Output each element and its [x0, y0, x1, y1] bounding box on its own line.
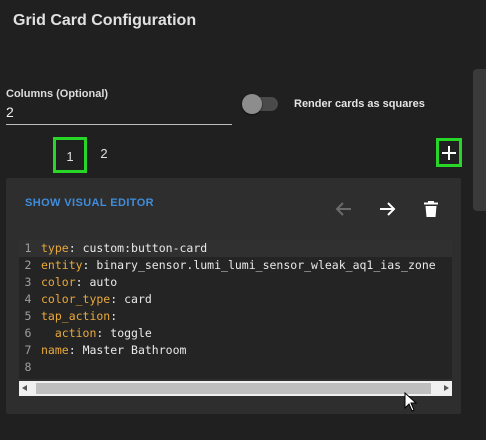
columns-input[interactable]: 2 — [6, 104, 14, 120]
yaml-value: toggle — [110, 326, 152, 340]
mouse-pointer-icon — [404, 392, 418, 412]
arrow-left-icon — [335, 202, 351, 216]
yaml-editor[interactable]: 1 type: custom:button-card 2 entity: bin… — [19, 240, 452, 379]
yaml-key: color — [41, 275, 76, 289]
yaml-value: custom:button-card — [82, 241, 208, 255]
yaml-key: type — [41, 241, 69, 255]
yaml-key: entity — [41, 258, 83, 272]
scroll-left-icon[interactable] — [22, 385, 27, 391]
columns-underline — [6, 124, 232, 125]
move-back-button[interactable] — [333, 198, 355, 220]
line-number: 8 — [24, 360, 32, 374]
trash-icon — [424, 201, 438, 217]
tab-card-2[interactable]: 2 — [87, 137, 121, 173]
code-line: 1 type: custom:button-card — [19, 240, 452, 257]
square-toggle-thumb[interactable] — [242, 94, 262, 114]
yaml-value: auto — [89, 275, 118, 289]
yaml-key: action — [54, 326, 97, 340]
line-number: 1 — [24, 241, 32, 255]
code-line: 7 name: Master Bathroom — [19, 342, 452, 359]
code-line: 2 entity: binary_sensor.lumi_lumi_sensor… — [19, 257, 452, 274]
line-number: 5 — [24, 309, 32, 323]
code-line: 4 color_type: card — [19, 291, 452, 308]
code-line: 5 tap_action: — [19, 308, 452, 325]
line-number: 7 — [24, 343, 32, 357]
page-title: Grid Card Configuration — [13, 12, 197, 29]
code-line: 8 — [19, 359, 452, 376]
yaml-value: binary_sensor.lumi_lumi_sensor_wleak_aq1… — [96, 258, 436, 272]
scroll-right-icon[interactable] — [444, 385, 449, 391]
plus-icon — [442, 146, 456, 160]
yaml-value: Master Bathroom — [82, 343, 187, 357]
columns-label: Columns (Optional) — [6, 88, 109, 100]
move-forward-button[interactable] — [376, 198, 398, 220]
code-line: 3 color: auto — [19, 274, 452, 291]
line-number: 6 — [24, 326, 32, 340]
editor-horizontal-scrollbar[interactable] — [19, 381, 452, 396]
show-visual-editor-button[interactable]: SHOW VISUAL EDITOR — [25, 197, 154, 209]
add-card-button[interactable] — [436, 138, 462, 167]
arrow-right-icon — [380, 202, 396, 216]
code-line: 6 action: toggle — [19, 325, 452, 342]
line-number: 4 — [24, 292, 32, 306]
square-toggle-label: Render cards as squares — [294, 98, 425, 110]
page-scrollbar[interactable] — [473, 69, 486, 211]
yaml-value: card — [124, 292, 152, 306]
line-number: 2 — [24, 258, 32, 272]
yaml-key: color_type — [41, 292, 111, 306]
horizontal-scroll-thumb[interactable] — [36, 383, 431, 394]
line-number: 3 — [24, 275, 32, 289]
yaml-key: name — [41, 343, 69, 357]
yaml-key: tap_action — [41, 309, 111, 323]
delete-card-button[interactable] — [420, 198, 442, 220]
tab-card-1[interactable]: 1 — [53, 137, 87, 173]
